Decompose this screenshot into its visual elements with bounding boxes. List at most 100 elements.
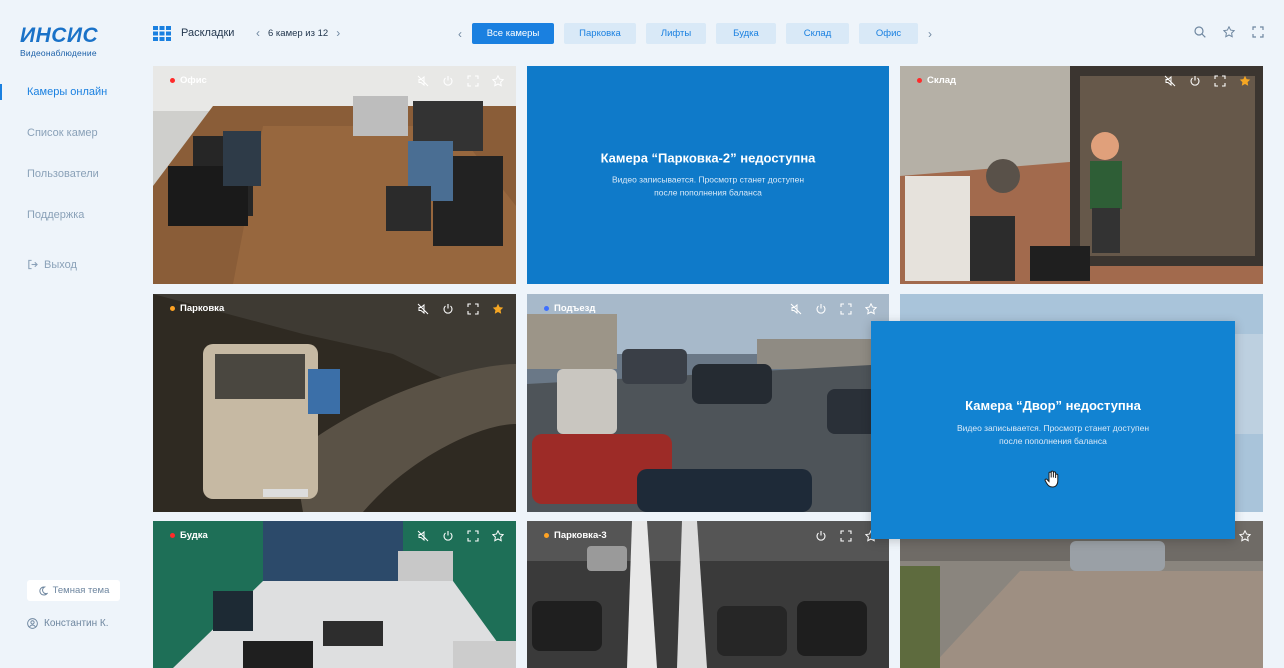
camera-controls bbox=[815, 530, 877, 542]
camera-tile-parking-2-unavailable[interactable]: Камера “Парковка-2” недоступна Видео зап… bbox=[527, 66, 889, 284]
mute-icon[interactable] bbox=[417, 75, 429, 87]
power-icon[interactable] bbox=[442, 530, 454, 542]
star-filled-icon[interactable] bbox=[1239, 75, 1251, 87]
favorites-star-icon[interactable] bbox=[1223, 26, 1235, 38]
camera-tile-entrance[interactable]: Подъезд bbox=[527, 294, 889, 512]
camera-label: Подъезд bbox=[554, 302, 596, 314]
fullscreen-icon[interactable] bbox=[1214, 75, 1226, 87]
power-icon[interactable] bbox=[815, 530, 827, 542]
power-icon[interactable] bbox=[815, 303, 827, 315]
power-icon[interactable] bbox=[1189, 75, 1201, 87]
camera-filter-bar: ‹ Все камеры Парковка Лифты Будка Склад … bbox=[458, 23, 932, 44]
status-dot bbox=[917, 77, 922, 83]
mute-icon[interactable] bbox=[790, 303, 802, 315]
user-profile[interactable]: Константин К. bbox=[27, 618, 109, 629]
pager-prev-icon[interactable]: ‹ bbox=[256, 27, 260, 39]
camera-feed-parking bbox=[153, 294, 516, 512]
camera-tile-parking[interactable]: Парковка bbox=[153, 294, 516, 512]
camera-feed-entrance bbox=[527, 294, 889, 512]
user-name: Константин К. bbox=[44, 618, 109, 629]
camera-label: Парковка-3 bbox=[554, 529, 607, 541]
filter-booth[interactable]: Будка bbox=[716, 23, 776, 44]
status-dot bbox=[170, 77, 175, 83]
power-icon[interactable] bbox=[442, 75, 454, 87]
filter-elevators[interactable]: Лифты bbox=[646, 23, 706, 44]
camera-controls bbox=[1239, 530, 1251, 542]
status-dot bbox=[170, 532, 175, 538]
exit-label: Выход bbox=[44, 258, 77, 271]
layouts-grid-icon[interactable] bbox=[153, 26, 171, 41]
camera-controls bbox=[417, 303, 504, 315]
unavailable-line-1: Видео записывается. Просмотр станет дост… bbox=[611, 174, 805, 185]
fullscreen-icon[interactable] bbox=[467, 303, 479, 315]
sidebar-item-cameras-online[interactable]: Камеры онлайн bbox=[0, 80, 140, 121]
filters-prev-icon[interactable]: ‹ bbox=[458, 28, 462, 40]
sidebar-item-exit[interactable]: Выход bbox=[0, 244, 140, 285]
star-icon[interactable] bbox=[1239, 530, 1251, 542]
camera-tile-yard-dragging[interactable]: Камера “Двор” недоступна Видео записывае… bbox=[871, 321, 1235, 539]
filter-office[interactable]: Офис bbox=[859, 23, 918, 44]
camera-feed-street bbox=[900, 521, 1263, 668]
sidebar-item-users[interactable]: Пользователи bbox=[0, 162, 140, 203]
camera-label: Будка bbox=[180, 529, 208, 541]
toolbar-tools bbox=[1194, 26, 1264, 38]
unavailable-title: Камера “Двор” недоступна bbox=[965, 398, 1141, 413]
camera-tile-booth[interactable]: Будка bbox=[153, 521, 516, 668]
filter-parking[interactable]: Парковка bbox=[564, 23, 636, 44]
exit-icon bbox=[28, 259, 38, 270]
sidebar-item-camera-list[interactable]: Список камер bbox=[0, 121, 140, 162]
mute-icon[interactable] bbox=[417, 303, 429, 315]
status-dot bbox=[544, 305, 549, 311]
power-icon[interactable] bbox=[442, 303, 454, 315]
mute-icon[interactable] bbox=[417, 530, 429, 542]
unavailable-message: Камера “Двор” недоступна Видео записывае… bbox=[871, 398, 1235, 448]
filter-warehouse[interactable]: Склад bbox=[786, 23, 849, 44]
layout-pager: ‹ 6 камер из 12 › bbox=[256, 27, 340, 39]
user-icon bbox=[27, 618, 38, 629]
camera-tile-street[interactable] bbox=[900, 521, 1263, 668]
logo-brand: ИНСИС bbox=[20, 24, 99, 47]
filters-next-icon[interactable]: › bbox=[928, 28, 932, 40]
logo-subtitle: Видеонаблюдение bbox=[20, 48, 97, 58]
unavailable-line-2: после пополнения баланса bbox=[654, 187, 762, 198]
dark-theme-label: Темная тема bbox=[52, 585, 110, 596]
camera-controls bbox=[1164, 75, 1251, 87]
camera-label: Парковка bbox=[180, 302, 225, 314]
sidebar-nav: Камеры онлайн Список камер Пользователи … bbox=[0, 80, 140, 285]
camera-controls bbox=[790, 303, 877, 315]
unavailable-line-1: Видео записывается. Просмотр станет дост… bbox=[956, 423, 1150, 433]
mute-icon[interactable] bbox=[1164, 75, 1176, 87]
filter-all-cameras[interactable]: Все камеры bbox=[472, 23, 554, 44]
star-filled-icon[interactable] bbox=[492, 303, 504, 315]
camera-tile-parking-3[interactable]: Парковка-3 bbox=[527, 521, 889, 668]
pager-next-icon[interactable]: › bbox=[336, 27, 340, 39]
status-dot bbox=[544, 532, 549, 538]
star-icon[interactable] bbox=[492, 75, 504, 87]
camera-controls bbox=[417, 75, 504, 87]
fullscreen-icon[interactable] bbox=[840, 530, 852, 542]
camera-feed-warehouse bbox=[900, 66, 1263, 284]
camera-feed-office bbox=[153, 66, 516, 284]
camera-controls bbox=[417, 530, 504, 542]
unavailable-title: Камера “Парковка-2” недоступна bbox=[600, 150, 816, 166]
camera-tile-office[interactable]: Офис bbox=[153, 66, 516, 284]
status-dot bbox=[170, 305, 175, 311]
unavailable-line-2: после пополнения баланса bbox=[999, 436, 1107, 446]
camera-tile-warehouse[interactable]: Склад bbox=[900, 66, 1263, 284]
star-icon[interactable] bbox=[865, 303, 877, 315]
hand-cursor-icon bbox=[1044, 470, 1059, 488]
camera-label: Склад bbox=[927, 74, 957, 86]
fullscreen-icon[interactable] bbox=[467, 75, 479, 87]
fullscreen-icon[interactable] bbox=[840, 303, 852, 315]
moon-icon bbox=[39, 585, 48, 595]
logo[interactable]: ИНСИС Видеонаблюдение bbox=[20, 25, 110, 61]
fullscreen-icon[interactable] bbox=[1252, 26, 1264, 38]
camera-label: Офис bbox=[180, 74, 207, 86]
sidebar-item-support[interactable]: Поддержка bbox=[0, 203, 140, 244]
star-icon[interactable] bbox=[492, 530, 504, 542]
search-icon[interactable] bbox=[1194, 26, 1206, 38]
fullscreen-icon[interactable] bbox=[467, 530, 479, 542]
dark-theme-button[interactable]: Темная тема bbox=[27, 580, 120, 601]
layouts-label[interactable]: Раскладки bbox=[181, 27, 234, 39]
sidebar: ИНСИС Видеонаблюдение Камеры онлайн Спис… bbox=[0, 0, 140, 668]
